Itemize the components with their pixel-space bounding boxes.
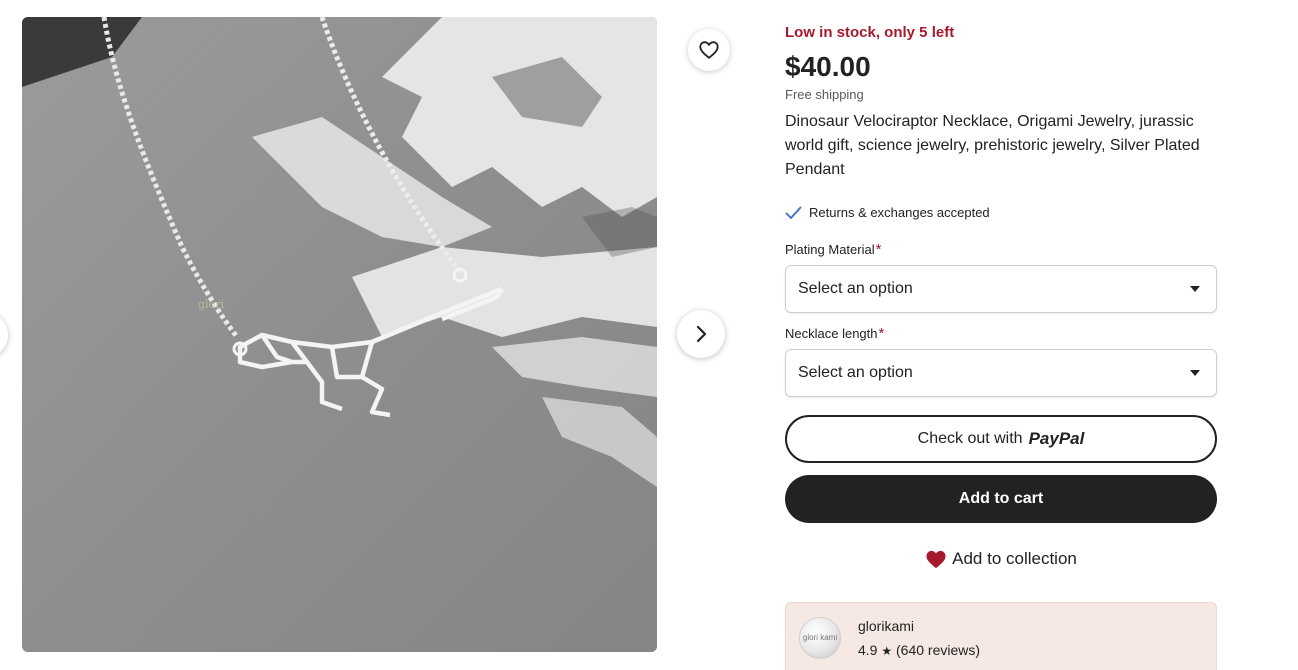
shop-name[interactable]: glorikami xyxy=(858,618,914,634)
shop-review-count: (640 reviews) xyxy=(896,642,981,658)
add-to-collection-button[interactable]: Add to collection xyxy=(785,546,1217,572)
add-to-collection-label: Add to collection xyxy=(952,549,1077,568)
returns-label: Returns & exchanges accepted xyxy=(809,205,990,220)
necklace-length-label-text: Necklace length xyxy=(785,326,878,341)
plating-material-select[interactable]: Select an option xyxy=(785,265,1217,313)
necklace-length-select[interactable]: Select an option xyxy=(785,349,1217,397)
heart-filled-icon xyxy=(926,550,946,569)
previous-image-button[interactable] xyxy=(0,312,8,358)
product-image[interactable]: glori xyxy=(22,17,657,652)
product-title: Dinosaur Velociraptor Necklace, Origami … xyxy=(785,113,1200,178)
required-mark: * xyxy=(878,325,885,342)
paypal-checkout-button[interactable]: Check out with PayPal xyxy=(785,415,1217,463)
shipping-info: Free shipping xyxy=(785,87,864,102)
required-mark: * xyxy=(875,241,882,258)
shop-rating[interactable]: 4.9 ★ (640 reviews) xyxy=(858,642,980,658)
shop-info-card[interactable]: glori kami glorikami 4.9 ★ (640 reviews) xyxy=(785,602,1217,670)
favorite-button[interactable] xyxy=(688,29,730,71)
shop-rating-value: 4.9 xyxy=(858,642,878,658)
checkmark-icon xyxy=(785,206,802,219)
add-to-cart-button[interactable]: Add to cart xyxy=(785,475,1217,523)
chevron-right-icon xyxy=(696,325,707,343)
shop-avatar[interactable]: glori kami xyxy=(799,617,841,659)
star-icon: ★ xyxy=(881,644,893,658)
stock-status: Low in stock, only 5 left xyxy=(785,24,955,41)
plating-material-label: Plating Material* xyxy=(785,241,881,258)
plating-material-value: Select an option xyxy=(798,280,913,297)
plating-material-label-text: Plating Material xyxy=(785,242,875,257)
necklace-photo xyxy=(22,17,657,652)
necklace-length-label: Necklace length* xyxy=(785,325,884,342)
paypal-logo: PayPal xyxy=(1028,429,1085,448)
image-watermark: glori xyxy=(198,298,224,311)
paypal-button-prefix: Check out with xyxy=(917,430,1023,447)
price: $40.00 xyxy=(785,51,871,82)
caret-down-icon xyxy=(1190,286,1200,292)
heart-outline-icon xyxy=(699,41,719,59)
returns-policy: Returns & exchanges accepted xyxy=(785,205,990,220)
necklace-length-value: Select an option xyxy=(798,364,913,381)
shop-avatar-text: glori kami xyxy=(802,633,838,642)
caret-down-icon xyxy=(1190,370,1200,376)
next-image-button[interactable] xyxy=(677,310,725,358)
